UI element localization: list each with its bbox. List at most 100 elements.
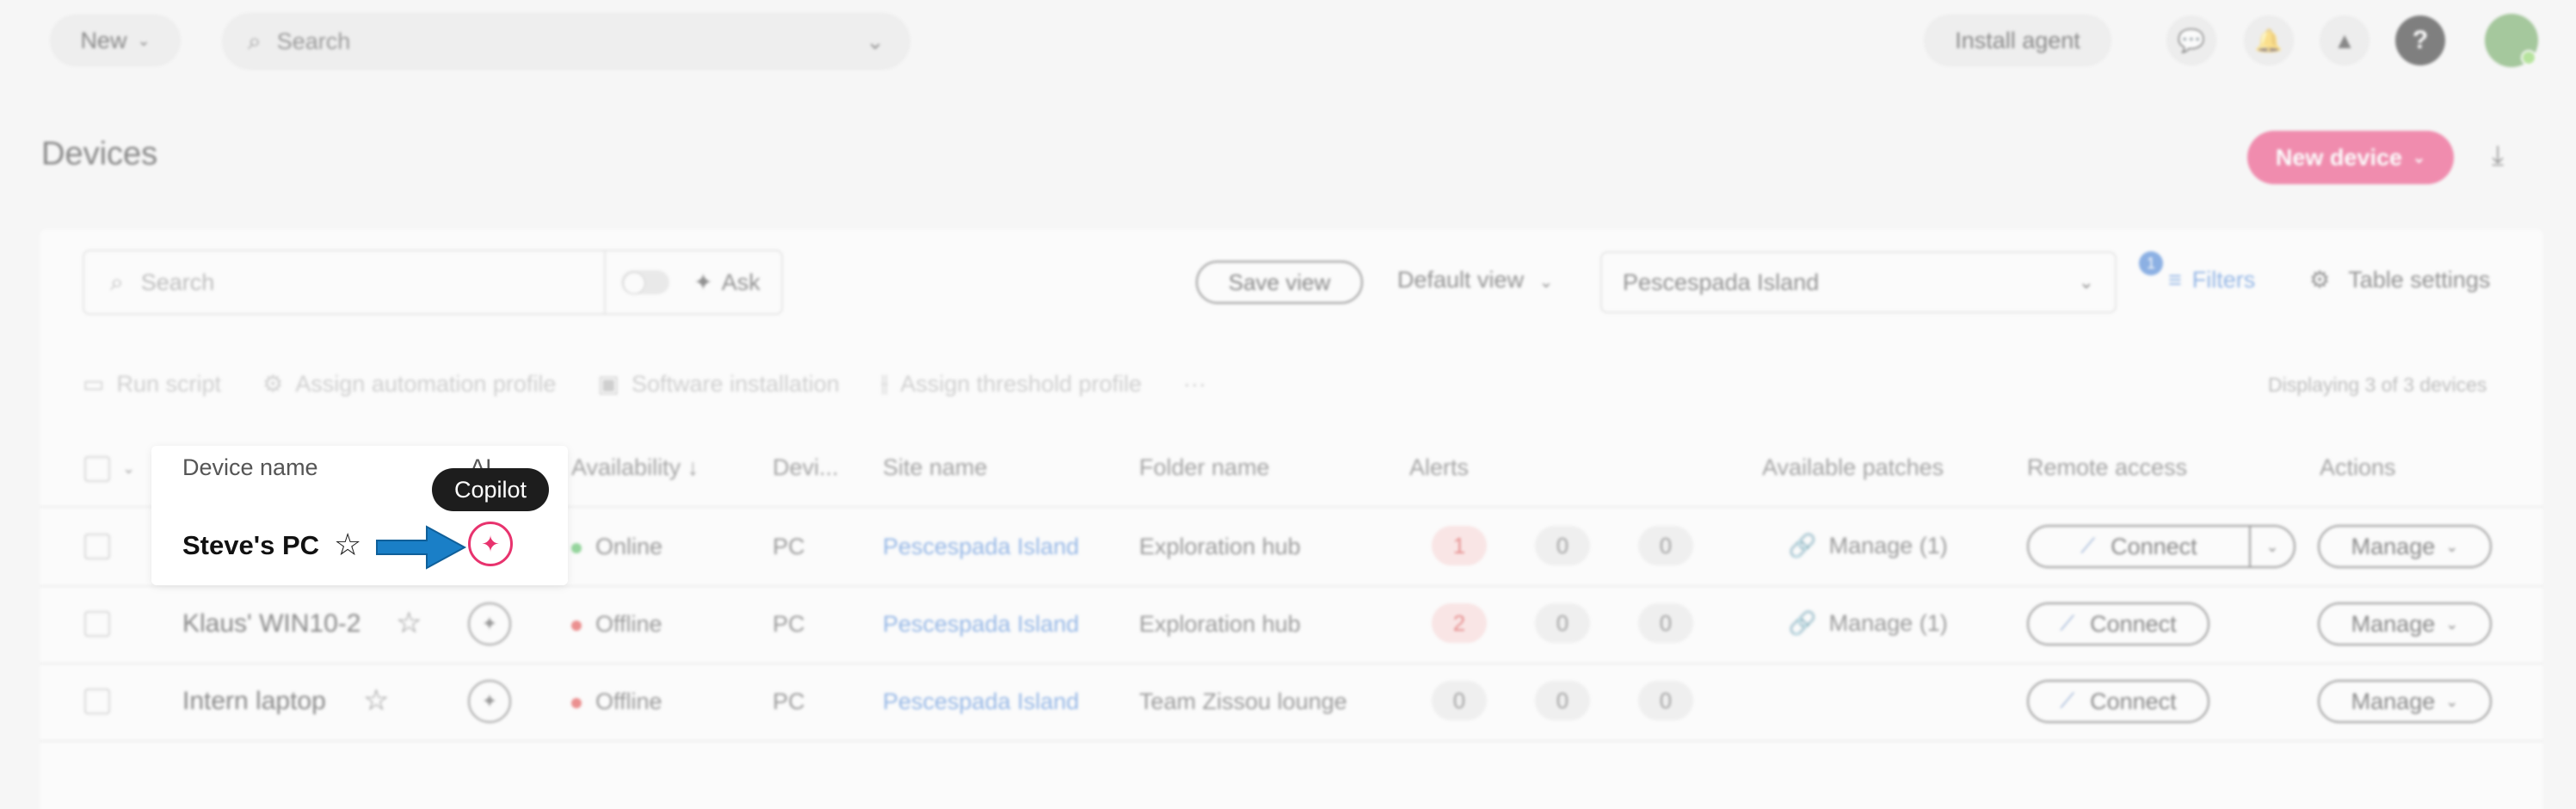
chat-icon[interactable]: 💬 xyxy=(2166,15,2216,65)
header-availability[interactable]: Availability ↓ xyxy=(571,454,699,481)
more-actions-button[interactable]: ··· xyxy=(1183,371,1206,398)
spotlight-device-cell: Device name AI Steve's PC ☆ ✦ xyxy=(151,446,568,585)
default-view-label: Default view xyxy=(1397,267,1525,293)
alert-critical-badge[interactable]: 0 xyxy=(1432,681,1487,720)
bell-icon[interactable]: 🔔 xyxy=(2244,15,2294,65)
header-actions[interactable]: Actions xyxy=(2320,454,2396,481)
chevron-down-icon: ⌄ xyxy=(2445,537,2459,555)
connect-icon: ⟋ xyxy=(2060,689,2075,713)
warning-icon[interactable]: ▲ xyxy=(2320,15,2370,65)
row-checkbox[interactable] xyxy=(84,534,110,559)
row-checkbox[interactable] xyxy=(84,689,110,714)
header-device[interactable]: Devi... xyxy=(773,454,839,481)
connect-icon: ⟋ xyxy=(2060,612,2075,635)
header-device-name[interactable]: Device name xyxy=(182,454,318,481)
header-available-patches[interactable]: Available patches xyxy=(1762,454,1944,481)
chevron-down-icon: ⌄ xyxy=(137,31,151,49)
run-script-button[interactable]: ▭ Run script xyxy=(83,371,221,398)
alert-critical-badge[interactable]: 1 xyxy=(1432,526,1487,565)
alert-warning-badge[interactable]: 0 xyxy=(1535,526,1590,565)
alert-info-badge[interactable]: 0 xyxy=(1638,526,1693,565)
bulk-action-bar: ▭ Run script ⚙ Assign automation profile… xyxy=(83,370,1248,398)
help-icon[interactable]: ? xyxy=(2395,15,2445,65)
site-link[interactable]: Pescespada Island xyxy=(883,689,1079,715)
alert-info-badge[interactable]: 0 xyxy=(1638,603,1693,643)
device-type: PC xyxy=(773,611,805,637)
connect-label: Connect xyxy=(2090,688,2177,714)
connect-icon: ⟋ xyxy=(2080,534,2096,558)
manage-button[interactable]: Manage ⌄ xyxy=(2318,525,2492,568)
manage-button[interactable]: Manage ⌄ xyxy=(2318,602,2492,645)
assign-threshold-button[interactable]: ⫲ Assign threshold profile xyxy=(881,370,1142,398)
table-settings-button[interactable]: ⚙ Table settings xyxy=(2309,267,2490,293)
manage-label: Manage xyxy=(2351,688,2436,714)
site-link[interactable]: Pescespada Island xyxy=(883,611,1079,638)
alert-warning-badge[interactable]: 0 xyxy=(1535,681,1590,720)
page-title: Devices xyxy=(41,136,158,172)
manage-patches-link[interactable]: 🔗 Manage (1) xyxy=(1788,532,1948,559)
row-checkbox[interactable] xyxy=(84,611,110,637)
chevron-down-icon: ⌄ xyxy=(2445,614,2459,633)
chevron-down-icon[interactable]: ⌄ xyxy=(122,460,135,478)
patches-label: Manage (1) xyxy=(1828,533,1948,559)
star-icon[interactable]: ☆ xyxy=(363,683,389,718)
availability-value: Online xyxy=(595,534,663,559)
displaying-count: Displaying 3 of 3 devices xyxy=(2268,374,2487,396)
link-icon: 🔗 xyxy=(1788,610,1817,636)
device-search-input[interactable]: ⌕ Search xyxy=(83,250,606,315)
assign-automation-button[interactable]: ⚙ Assign automation profile xyxy=(262,371,556,398)
device-search-placeholder: Search xyxy=(140,269,215,295)
manage-patches-link[interactable]: 🔗 Manage (1) xyxy=(1788,609,1948,637)
header-folder-name[interactable]: Folder name xyxy=(1139,454,1270,481)
copilot-icon[interactable]: ✦ xyxy=(468,522,513,566)
automation-icon: ⚙ xyxy=(262,370,284,397)
manage-button[interactable]: Manage ⌄ xyxy=(2318,680,2492,723)
alert-critical-badge[interactable]: 2 xyxy=(1432,603,1487,643)
top-bar: New ⌄ ⌕ Search ⌄ Install agent 💬 🔔 ▲ ? xyxy=(0,0,2576,81)
header-remote-access[interactable]: Remote access xyxy=(2027,454,2187,481)
download-icon[interactable]: ⤓ xyxy=(2492,139,2504,172)
device-name[interactable]: Klaus' WIN10-2 xyxy=(182,609,361,639)
select-all-checkbox[interactable] xyxy=(84,456,110,482)
pointer-arrow-icon xyxy=(376,525,467,570)
threshold-icon: ⫲ xyxy=(880,370,889,396)
software-installation-button[interactable]: ▣ Software installation xyxy=(597,371,839,398)
header-alerts[interactable]: Alerts xyxy=(1409,454,1469,481)
avatar[interactable] xyxy=(2485,14,2538,67)
device-name[interactable]: Steve's PC xyxy=(182,530,319,561)
header-site-name[interactable]: Site name xyxy=(883,454,988,481)
global-search-input[interactable]: ⌕ Search ⌄ xyxy=(222,13,910,70)
copilot-icon[interactable]: ✦ xyxy=(468,680,511,723)
copilot-icon[interactable]: ✦ xyxy=(468,602,511,645)
connect-button[interactable]: ⟋ Connect xyxy=(2027,602,2209,645)
filters-button[interactable]: 1 ≡ Filters xyxy=(2139,251,2256,293)
star-icon[interactable]: ☆ xyxy=(334,527,361,563)
chevron-down-icon: ⌄ xyxy=(1538,273,1554,292)
gear-icon: ⚙ xyxy=(2309,267,2331,293)
alert-warning-badge[interactable]: 0 xyxy=(1535,603,1590,643)
star-icon[interactable]: ☆ xyxy=(396,606,422,640)
assign-threshold-label: Assign threshold profile xyxy=(900,370,1143,397)
default-view-dropdown[interactable]: Default view ⌄ xyxy=(1397,267,1553,293)
save-view-label: Save view xyxy=(1228,269,1331,295)
connect-button[interactable]: ⟋ Connect xyxy=(2027,525,2251,568)
software-installation-label: Software installation xyxy=(631,370,840,397)
new-device-button[interactable]: New device ⌄ xyxy=(2247,131,2454,184)
new-button[interactable]: New ⌄ xyxy=(50,15,181,66)
more-label: ··· xyxy=(1183,370,1206,397)
site-link[interactable]: Pescespada Island xyxy=(883,534,1079,560)
folder-name: Exploration hub xyxy=(1139,611,1301,637)
site-select[interactable]: Pescespada Island ⌄ xyxy=(1600,251,2117,313)
connect-label: Connect xyxy=(2111,533,2197,559)
install-agent-button[interactable]: Install agent xyxy=(1924,15,2111,66)
filters-label: Filters xyxy=(2191,267,2256,293)
device-name[interactable]: Intern laptop xyxy=(182,687,326,716)
folder-name: Exploration hub xyxy=(1139,534,1301,559)
ask-toggle[interactable]: ✦ Ask xyxy=(606,250,783,315)
toggle-switch[interactable] xyxy=(621,270,669,294)
status-dot xyxy=(571,542,582,553)
save-view-button[interactable]: Save view xyxy=(1196,261,1363,304)
connect-button[interactable]: ⟋ Connect xyxy=(2027,680,2209,723)
alert-info-badge[interactable]: 0 xyxy=(1638,681,1693,720)
connect-options-button[interactable]: ⌄ xyxy=(2249,525,2296,568)
